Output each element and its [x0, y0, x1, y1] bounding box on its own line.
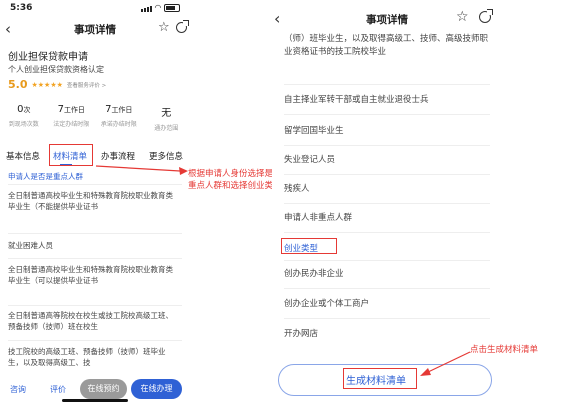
option-item[interactable]: 技工院校的高级工班、预备技师（技师）班毕业生，以及取得高级工、技 — [8, 346, 180, 368]
service-title: 创业担保贷款申请 — [8, 52, 88, 63]
consult-link[interactable]: 咨询 — [10, 384, 26, 395]
divider — [284, 203, 490, 204]
option-item[interactable]: 全日制普通高等院校在校生或技工院校高级工班、预备技师（技师）班在校生 — [8, 310, 180, 332]
annotation-arrow-right — [420, 351, 471, 376]
key-group-section-header: 申请人是否是重点人群 — [8, 172, 83, 181]
status-time: 5:36 — [10, 3, 33, 13]
divider — [8, 305, 182, 306]
divider — [8, 258, 182, 259]
option-item[interactable]: 留学回国毕业生 — [284, 124, 344, 136]
divider — [284, 84, 490, 85]
rating-stars-icon: ★★★★★ — [31, 80, 63, 89]
divider — [284, 288, 490, 289]
navbar: ‹ 事项详情 ☆ — [0, 18, 190, 40]
tab-process[interactable]: 办事流程 — [101, 150, 135, 162]
divider — [8, 233, 182, 234]
stat-scope: 无 通办范围 — [154, 108, 179, 132]
divider — [284, 114, 490, 115]
option-item[interactable]: 全日制普通高校毕业生和特殊教育院校职业教育类毕业生（可以提供毕业证书 — [8, 264, 180, 286]
business-type-item[interactable]: 创办企业或个体工商户 — [284, 297, 369, 309]
divider — [8, 184, 182, 185]
stat-legal-time: 7工作日 法定办结时限 — [53, 104, 90, 128]
divider — [284, 318, 490, 319]
service-subtitle: 个人创业担保贷款资格认定 — [8, 65, 104, 74]
business-type-item[interactable]: 开办网店 — [284, 327, 318, 339]
option-item[interactable]: 申请人非重点人群 — [284, 211, 352, 223]
option-item[interactable]: 残疾人 — [284, 182, 310, 194]
share-icon[interactable] — [176, 20, 189, 33]
review-link[interactable]: 评价 — [50, 384, 66, 395]
favorite-star-icon[interactable]: ☆ — [456, 9, 469, 25]
divider — [284, 260, 490, 261]
share-icon[interactable] — [479, 9, 493, 23]
option-item[interactable]: 自主择业军转干部或自主就业退役士兵 — [284, 93, 429, 105]
stats-row: 0次 到现场次数 7工作日 法定办结时限 7工作日 承诺办结时限 无 通办范围 — [0, 104, 190, 132]
rating-score: 5.0 — [8, 78, 28, 91]
online-booking-button[interactable]: 在线预约 — [80, 379, 127, 399]
signal-icon — [140, 6, 152, 12]
battery-icon — [164, 4, 180, 12]
option-item[interactable]: 就业困难人员 — [8, 240, 180, 251]
status-icons: ◠ — [140, 3, 180, 12]
materials-tab-highlight-box — [49, 144, 93, 166]
divider — [284, 145, 490, 146]
favorite-star-icon[interactable]: ☆ — [158, 20, 170, 35]
option-item[interactable]: 全日制普通高校毕业生和特殊教育院校职业教育类毕业生（不能提供毕业证书 — [8, 190, 180, 212]
divider — [284, 232, 490, 233]
tab-more-info[interactable]: 更多信息 — [149, 150, 183, 162]
home-indicator — [62, 399, 128, 402]
annotation-text-right: 点击生成材料清单 — [470, 345, 539, 355]
tab-basic-info[interactable]: 基本信息 — [6, 150, 40, 162]
left-phone-screen: 5:36 ◠ ‹ 事项详情 ☆ 创业担保贷款申请 个人创业担保贷款资格认定 5.… — [0, 0, 190, 405]
option-item[interactable]: 失业登记人员 — [284, 153, 335, 165]
generate-button-highlight-box — [343, 368, 417, 389]
divider — [8, 340, 182, 341]
rating-row: 5.0 ★★★★★ 查看服务评价 > — [8, 78, 106, 91]
divider — [284, 174, 490, 175]
status-bar: 5:36 ◠ — [0, 0, 190, 16]
business-type-highlight-box — [281, 238, 337, 254]
view-rating-link[interactable]: 查看服务评价 > — [67, 81, 106, 89]
business-type-item[interactable]: 创办民办非企业 — [284, 267, 344, 279]
stat-promised-time: 7工作日 承诺办结时限 — [100, 104, 137, 128]
online-apply-button[interactable]: 在线办理 — [131, 379, 182, 399]
navbar: ‹ 事项详情 ☆ — [272, 8, 502, 30]
wifi-icon: ◠ — [154, 3, 161, 12]
option-item-continued[interactable]: （师）班毕业生，以及取得高级工、技师、高级技师职业资格证书的技工院校毕业 — [284, 33, 494, 58]
stat-visits: 0次 到现场次数 — [8, 104, 39, 128]
annotation-arrow-left — [95, 165, 188, 175]
right-phone-screen: ‹ 事项详情 ☆ （师）班毕业生，以及取得高级工、技师、高级技师职业资格证书的技… — [272, 0, 502, 405]
